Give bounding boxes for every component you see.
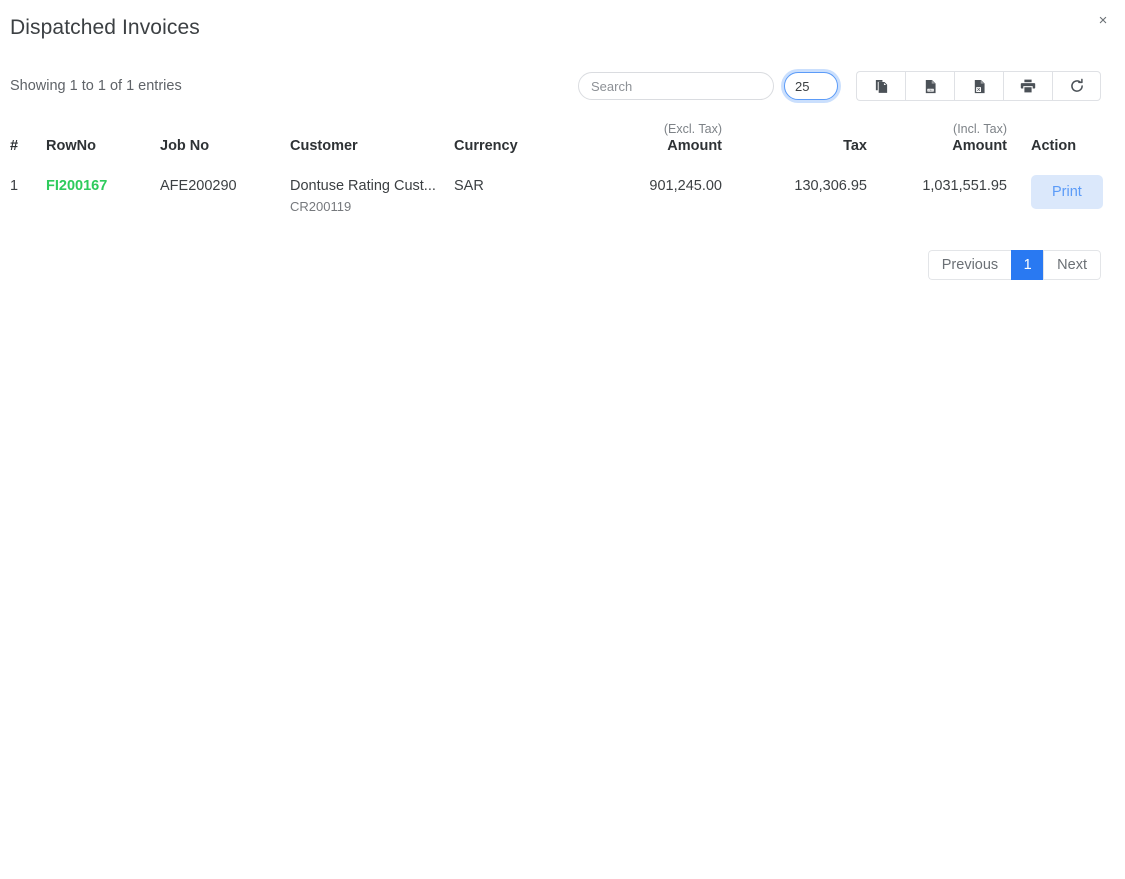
column-header-jobno[interactable]: Job No bbox=[160, 122, 290, 164]
print-toolbar-button[interactable] bbox=[1003, 71, 1052, 101]
column-label: Tax bbox=[843, 138, 867, 154]
column-label: Job No bbox=[160, 138, 210, 154]
cell-amount-excl-tax: 901,245.00 bbox=[649, 178, 722, 194]
refresh-button[interactable] bbox=[1052, 71, 1101, 101]
column-label: Currency bbox=[454, 138, 518, 154]
customer-name: Dontuse Rating Cust... bbox=[290, 178, 436, 194]
cell-currency: SAR bbox=[454, 178, 484, 194]
cell-action: Print bbox=[1007, 164, 1112, 220]
cell-rowno: FI200167 bbox=[46, 164, 160, 220]
copy-button[interactable] bbox=[856, 71, 905, 101]
column-label: Customer bbox=[290, 138, 358, 154]
invoices-table-container: # RowNo Job No Customer Currency (Excl. … bbox=[0, 122, 1125, 220]
excel-file-icon: X bbox=[972, 79, 987, 94]
cell-customer: Dontuse Rating Cust... CR200119 bbox=[290, 164, 454, 220]
export-button-group: csv X bbox=[856, 71, 1101, 101]
table-header-row: # RowNo Job No Customer Currency (Excl. … bbox=[10, 122, 1112, 164]
column-label: Action bbox=[1031, 138, 1077, 154]
pagination-container: Previous 1 Next bbox=[0, 250, 1125, 280]
column-header-amount-excl-tax[interactable]: (Excl. Tax) Amount bbox=[574, 122, 722, 164]
pagination-page-1[interactable]: 1 bbox=[1011, 250, 1044, 280]
table-toolbar: Showing 1 to 1 of 1 entries Search 25 cs… bbox=[0, 64, 1125, 108]
column-sublabel: (Excl. Tax) bbox=[663, 122, 722, 136]
pagination: Previous 1 Next bbox=[927, 250, 1101, 280]
cell-index: 1 bbox=[10, 178, 19, 194]
csv-file-icon: csv bbox=[923, 79, 938, 94]
table-row: 1 FI200167 AFE200290 Dontuse Rating Cust… bbox=[10, 164, 1112, 220]
rowno-link[interactable]: FI200167 bbox=[46, 178, 107, 194]
close-icon[interactable]: × bbox=[1091, 8, 1115, 32]
column-header-currency[interactable]: Currency bbox=[454, 122, 574, 164]
column-label: Amount bbox=[952, 138, 1007, 154]
customer-code: CR200119 bbox=[290, 199, 352, 214]
modal-header: Dispatched Invoices × bbox=[0, 0, 1125, 52]
cell-amount-incl-tax: 1,031,551.95 bbox=[922, 178, 1007, 194]
column-header-rowno[interactable]: RowNo bbox=[46, 122, 160, 164]
print-row-button[interactable]: Print bbox=[1031, 175, 1103, 209]
svg-text:csv: csv bbox=[928, 89, 933, 92]
pagination-next[interactable]: Next bbox=[1043, 250, 1101, 280]
table-body: 1 FI200167 AFE200290 Dontuse Rating Cust… bbox=[10, 164, 1112, 220]
table-head: # RowNo Job No Customer Currency (Excl. … bbox=[10, 122, 1112, 164]
column-header-customer[interactable]: Customer bbox=[290, 122, 454, 164]
page-length-input[interactable] bbox=[784, 72, 838, 100]
entries-info: Showing 1 to 1 of 1 entries bbox=[10, 78, 182, 94]
excel-button[interactable]: X bbox=[954, 71, 1003, 101]
pagination-previous[interactable]: Previous bbox=[927, 250, 1012, 280]
column-header-tax[interactable]: Tax bbox=[722, 122, 867, 164]
refresh-icon bbox=[1069, 78, 1085, 94]
column-header-action: Action bbox=[1007, 122, 1112, 164]
invoices-table: # RowNo Job No Customer Currency (Excl. … bbox=[10, 122, 1112, 220]
column-label: # bbox=[10, 138, 19, 154]
search-input[interactable] bbox=[578, 72, 774, 100]
column-label: Amount bbox=[667, 138, 722, 154]
printer-icon bbox=[1020, 78, 1036, 94]
dispatched-invoices-modal: Dispatched Invoices × Showing 1 to 1 of … bbox=[0, 0, 1125, 879]
column-header-amount-incl-tax[interactable]: (Incl. Tax) Amount bbox=[867, 122, 1007, 164]
column-header-index[interactable]: # bbox=[10, 122, 46, 164]
toolbar-controls: csv X bbox=[578, 71, 1101, 101]
cell-tax: 130,306.95 bbox=[794, 178, 867, 194]
csv-button[interactable]: csv bbox=[905, 71, 954, 101]
cell-jobno: AFE200290 bbox=[160, 178, 237, 194]
column-sublabel: (Incl. Tax) bbox=[953, 122, 1007, 136]
page-title: Dispatched Invoices bbox=[10, 16, 200, 39]
copy-icon bbox=[874, 79, 889, 94]
column-label: RowNo bbox=[46, 138, 96, 154]
